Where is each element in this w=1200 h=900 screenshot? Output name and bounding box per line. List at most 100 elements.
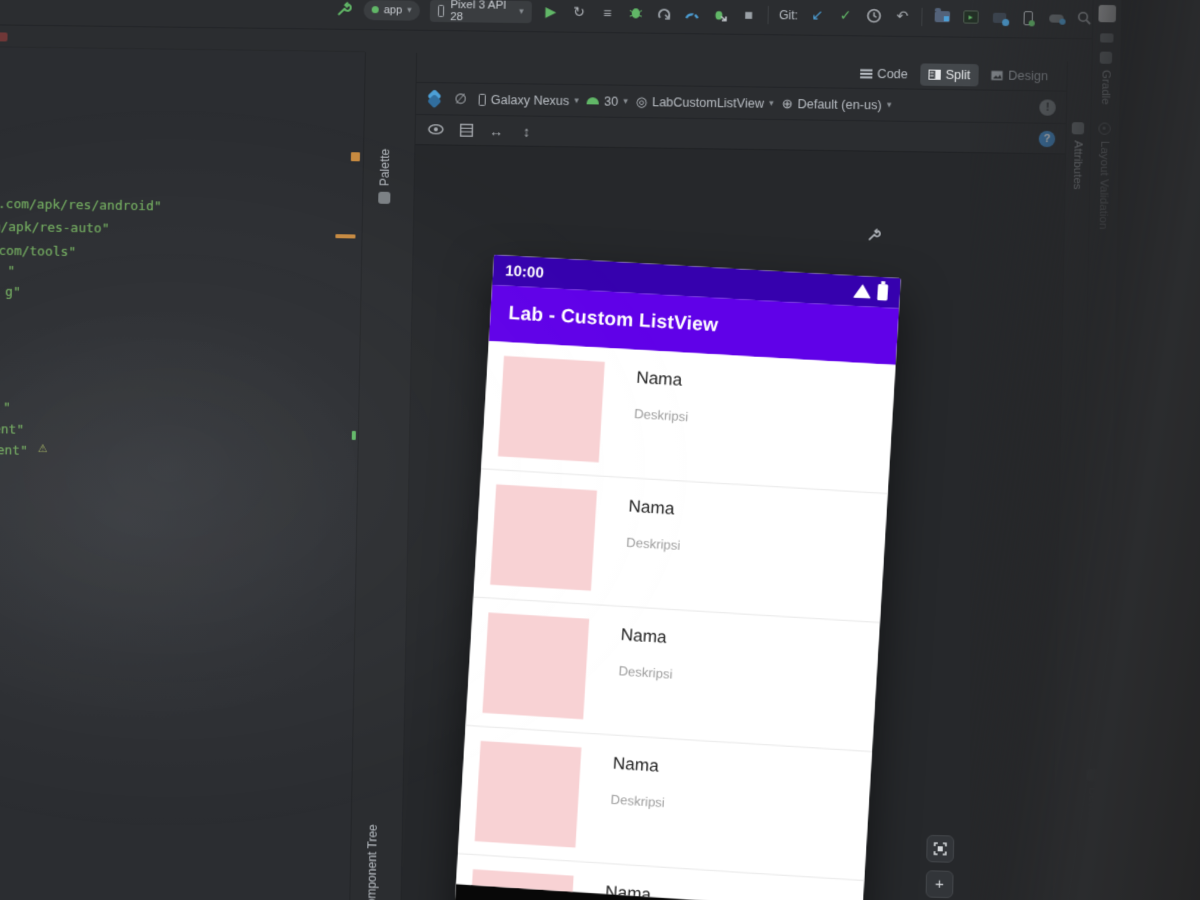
code-line: " — [0, 400, 11, 416]
locale-selector[interactable]: ⊕ Default (en-us) ▾ — [782, 96, 892, 113]
device-explorer-label: Device File Explorer — [1084, 787, 1098, 892]
preview-device-label: Galaxy Nexus — [491, 92, 570, 107]
design-tab-icon — [991, 70, 1003, 80]
running-dot-icon — [372, 6, 379, 13]
component-tree-tool-button[interactable]: Component Tree — [364, 824, 380, 900]
phone-preview[interactable]: 10:00 Lab - Custom ListView Nama Deskrip… — [452, 255, 901, 900]
item-image-placeholder — [490, 484, 597, 591]
chevron-down-icon: ▾ — [887, 100, 892, 109]
design-surface-icon[interactable] — [426, 91, 442, 107]
stop-button[interactable]: ■ — [739, 4, 758, 24]
lint-warning-icon: ⚠ — [38, 442, 48, 455]
list-item[interactable]: Nama Deskripsi — [473, 469, 888, 623]
undo-button[interactable]: ↶ — [893, 6, 912, 26]
design-surface[interactable]: 10:00 Lab - Custom ListView Nama Deskrip… — [401, 145, 1065, 900]
chevron-down-icon: ▾ — [623, 97, 628, 106]
code-tab-icon — [860, 68, 872, 78]
issues-badge[interactable]: ! — [1039, 99, 1056, 115]
ide-window: app ▾ Pixel 3 API 28 ▾ ▶ ↻ ≡ ■ Git: ↙ ✓ … — [0, 0, 1121, 900]
run-config-selector[interactable]: app ▾ — [363, 0, 420, 20]
project-folder-icon[interactable] — [933, 6, 952, 26]
item-name: Nama — [636, 368, 683, 391]
tool-icon[interactable] — [1100, 33, 1114, 42]
history-clock-icon[interactable] — [865, 6, 884, 26]
editor-tab-fragment[interactable] — [0, 32, 8, 41]
device-selector[interactable]: Pixel 3 API 28 ▾ — [430, 0, 532, 23]
zoom-in-button[interactable]: + — [926, 870, 954, 898]
cloud-sync-icon[interactable] — [1047, 8, 1066, 28]
locale-label: Default (en-us) — [797, 97, 881, 112]
tab-code[interactable]: Code — [852, 62, 917, 85]
list-appearance-icon[interactable] — [456, 120, 477, 140]
zoom-to-fit-button[interactable] — [926, 835, 954, 863]
code-editor[interactable]: oid.com/apk/res/android" com/apk/res-aut… — [0, 47, 365, 900]
scrollbar-warning-mark[interactable] — [335, 234, 355, 238]
git-label: Git: — [779, 8, 798, 22]
listview[interactable]: Nama Deskripsi Nama Deskripsi Nama Deskr… — [456, 341, 896, 900]
item-name: Nama — [612, 754, 659, 777]
layout-validation-icon — [1098, 122, 1111, 134]
layout-validation-tool-button[interactable]: Layout Validation — [1097, 122, 1111, 229]
run-button[interactable]: ▶ — [542, 2, 560, 22]
zoom-controls: + − — [925, 835, 954, 900]
code-line: " — [0, 263, 15, 279]
profiler-button[interactable] — [683, 3, 702, 23]
toolbar-separator — [922, 7, 923, 25]
app-title: Lab - Custom ListView — [508, 303, 719, 337]
help-button[interactable]: ? — [1039, 130, 1056, 146]
debug-button[interactable] — [626, 3, 644, 23]
list-item[interactable]: Nama Deskripsi — [481, 341, 896, 494]
no-preview-icon[interactable]: ∅ — [450, 89, 471, 109]
item-description: Deskripsi — [634, 406, 689, 424]
tab-design-label: Design — [1008, 68, 1048, 83]
globe-icon: ⊕ — [782, 96, 793, 111]
attributes-label: Attributes — [1071, 140, 1084, 189]
battery-icon — [877, 284, 888, 301]
item-image-placeholder — [475, 741, 582, 848]
git-update-button[interactable]: ↙ — [808, 5, 827, 25]
preview-device-selector[interactable]: Galaxy Nexus ▾ — [479, 92, 579, 107]
device-explorer-tool-button[interactable]: Device File Explorer — [1084, 769, 1099, 892]
palette-label: Palette — [377, 149, 392, 187]
attributes-tool-button[interactable]: Attributes — [1071, 122, 1085, 190]
android-icon — [587, 97, 599, 104]
phone-icon — [479, 93, 486, 105]
code-line: ent" — [0, 443, 28, 459]
attach-debugger-button[interactable] — [655, 3, 674, 23]
palette-icon — [378, 192, 390, 204]
theme-selector[interactable]: ◎ LabCustomListView ▾ — [636, 94, 774, 111]
api-level-selector[interactable]: 30 ▾ — [587, 94, 628, 109]
apply-code-changes-button[interactable]: ≡ — [598, 2, 616, 22]
sdk-manager-icon[interactable] — [990, 7, 1009, 27]
profile-low-overhead-button[interactable] — [711, 4, 730, 24]
item-description: Deskripsi — [610, 792, 665, 811]
gradle-tool-button[interactable]: Gradle — [1099, 52, 1112, 105]
render-wrench-icon[interactable] — [867, 228, 881, 244]
tab-split[interactable]: Split — [920, 63, 979, 86]
terminal-icon[interactable]: ▸ — [961, 7, 980, 27]
view-options-eye-icon[interactable] — [426, 120, 446, 140]
wifi-icon — [853, 284, 872, 299]
item-description: Deskripsi — [626, 535, 681, 553]
orientation-horizontal-icon[interactable]: ↔ — [486, 121, 507, 141]
code-line: oid.com/apk/res/android" — [0, 197, 157, 215]
chevron-down-icon: ▾ — [769, 99, 774, 108]
device-manager-icon[interactable] — [1018, 7, 1037, 27]
component-tree-label: Component Tree — [364, 824, 380, 900]
item-name: Nama — [620, 625, 667, 648]
scrollbar-warning-mark[interactable] — [351, 152, 360, 161]
notifications-icon[interactable] — [1098, 5, 1116, 22]
tab-design[interactable]: Design — [983, 64, 1057, 87]
orientation-vertical-icon[interactable]: ↕ — [516, 121, 537, 141]
git-commit-button[interactable]: ✓ — [836, 5, 855, 25]
chevron-down-icon: ▾ — [574, 96, 579, 105]
apply-changes-button[interactable]: ↻ — [570, 2, 588, 22]
attributes-icon — [1072, 122, 1085, 134]
wrench-green-icon[interactable] — [335, 0, 353, 19]
palette-tool-button[interactable]: Palette — [377, 149, 392, 205]
split-tab-icon — [928, 69, 940, 79]
gradle-label: Gradle — [1099, 70, 1112, 105]
theme-label: LabCustomListView — [652, 95, 764, 111]
item-image-placeholder — [498, 356, 605, 462]
code-line: g" — [0, 284, 21, 300]
